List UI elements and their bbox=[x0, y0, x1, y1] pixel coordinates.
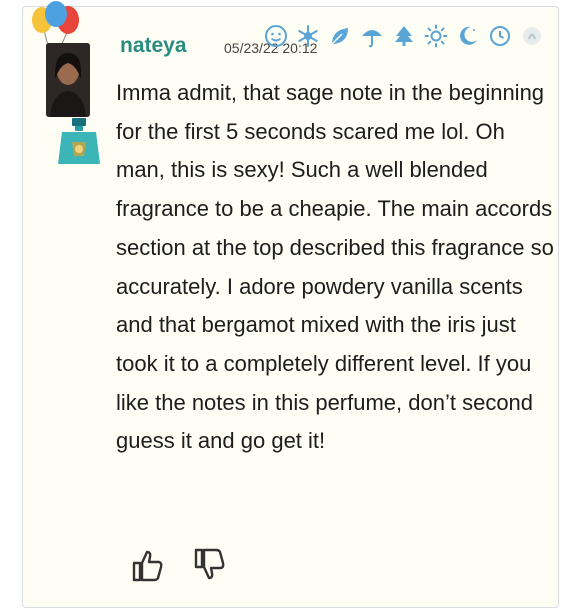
perfume-bottle-icon[interactable] bbox=[56, 116, 102, 168]
moon-icon bbox=[454, 22, 482, 50]
umbrella-icon bbox=[358, 22, 386, 50]
thumbs-up-icon[interactable] bbox=[130, 548, 164, 582]
smiley-icon bbox=[262, 22, 290, 50]
thumbs-down-icon[interactable] bbox=[192, 548, 226, 582]
circle-icon bbox=[518, 22, 546, 50]
sun-icon bbox=[422, 22, 450, 50]
review-text: Imma admit, that sage note in the beginn… bbox=[116, 80, 554, 454]
username[interactable]: nateya bbox=[120, 34, 187, 58]
user-avatar[interactable] bbox=[46, 43, 90, 117]
tree-icon bbox=[390, 22, 418, 50]
vote-buttons bbox=[130, 548, 226, 582]
season-icons bbox=[262, 20, 546, 52]
clock-icon bbox=[486, 22, 514, 50]
leaf-icon bbox=[326, 22, 354, 50]
snowflake-icon bbox=[294, 22, 322, 50]
